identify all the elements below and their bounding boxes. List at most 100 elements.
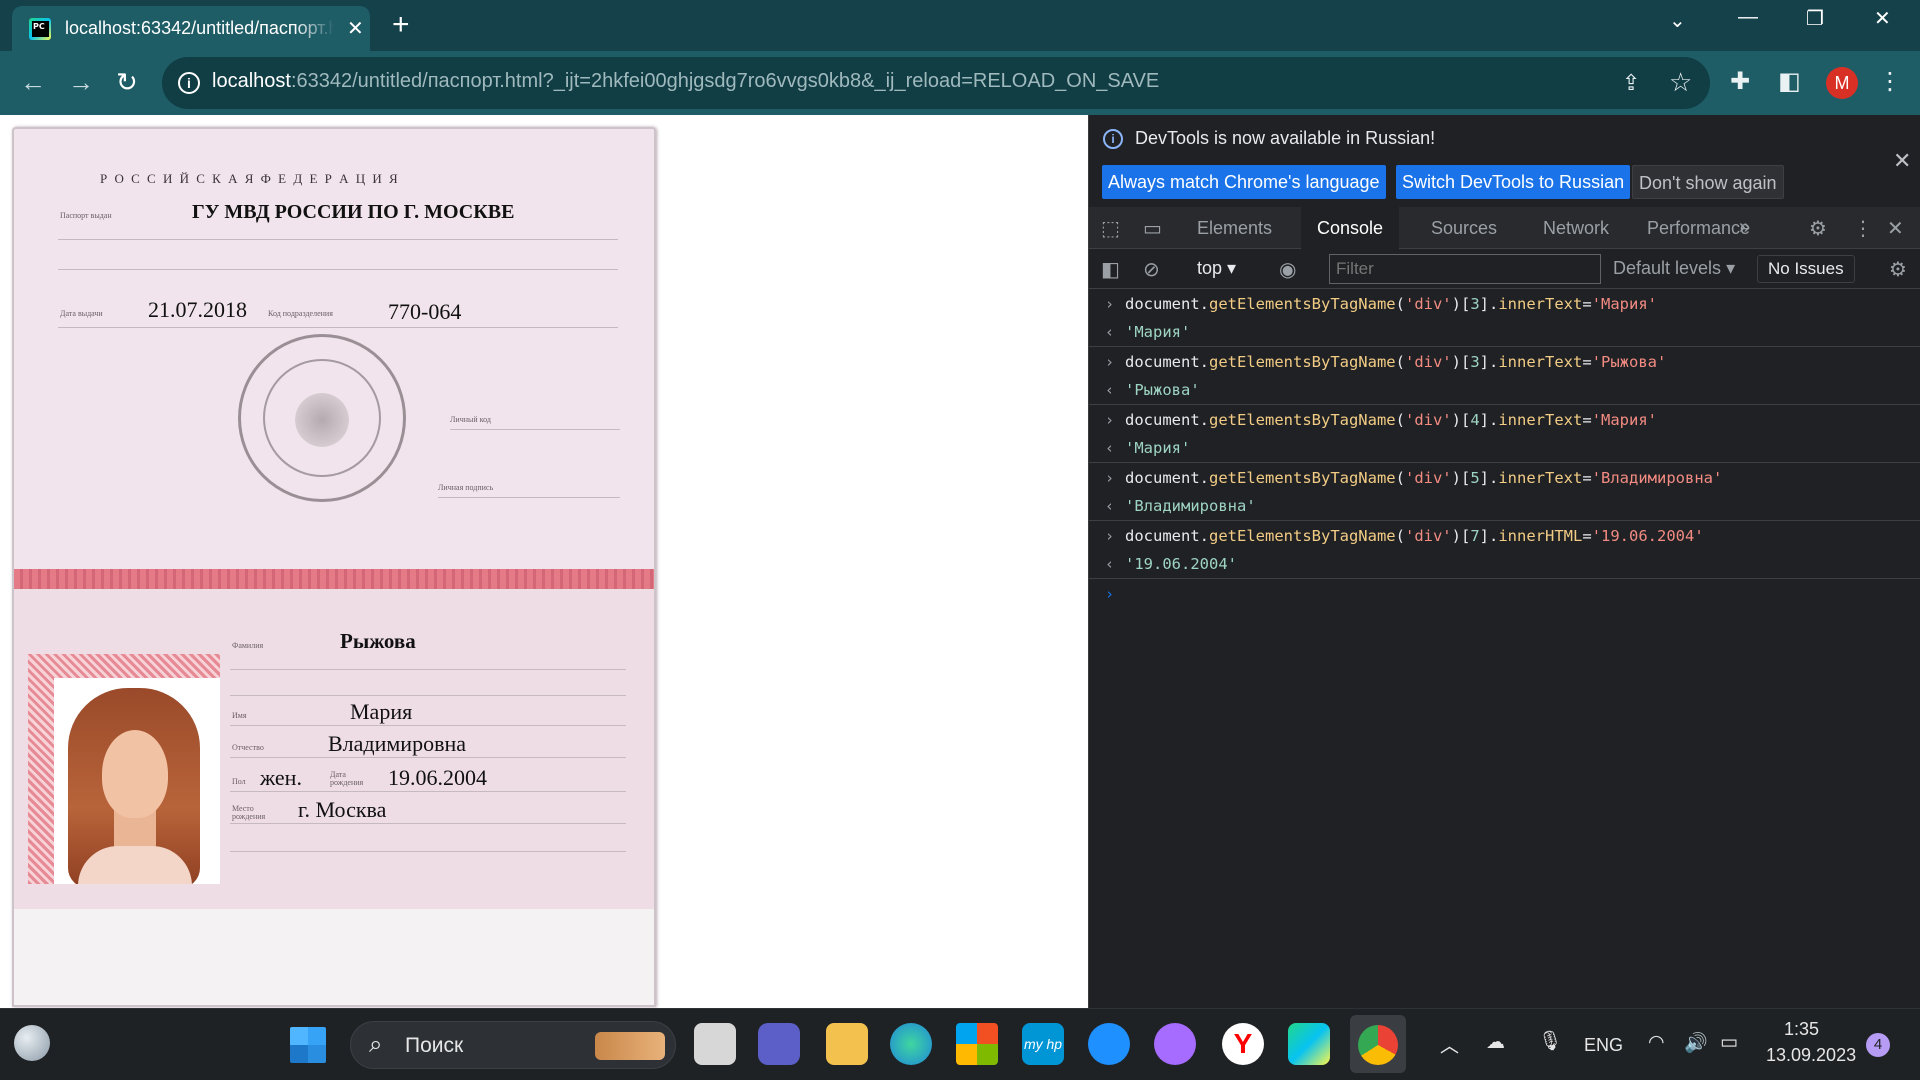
birth-place-label: Место рождения: [232, 804, 266, 821]
tab-sources[interactable]: Sources: [1415, 207, 1513, 249]
new-tab-button[interactable]: +: [392, 8, 410, 42]
input-language[interactable]: ENG: [1584, 1035, 1623, 1056]
info-icon: i: [1103, 129, 1123, 149]
notification-count-badge[interactable]: 4: [1866, 1033, 1890, 1057]
console-input[interactable]: document.getElementsByTagName('div')[3].…: [1125, 353, 1666, 371]
devtools-menu-kebab-icon[interactable]: ⋮: [1853, 216, 1873, 241]
clock-time[interactable]: 1:35: [1784, 1019, 1819, 1040]
task-view-icon[interactable]: [694, 1023, 736, 1065]
menu-kebab-icon[interactable]: ⋮: [1878, 67, 1902, 96]
windows-taskbar: ⌕ Поиск my hp Y ︿ ☁ 🎙 ENG ◠ 🔊 ▭ 1:35 13.…: [0, 1008, 1920, 1080]
file-explorer-icon[interactable]: [826, 1023, 868, 1065]
inspect-element-icon[interactable]: ⬚: [1101, 216, 1120, 241]
issue-date-value: 21.07.2018: [148, 297, 247, 322]
microphone-icon[interactable]: 🎙: [1538, 1029, 1562, 1053]
surname-label: Фамилия: [232, 641, 264, 650]
show-hidden-icons-chevron-icon[interactable]: ︿: [1440, 1031, 1459, 1058]
issues-button[interactable]: No Issues: [1757, 255, 1855, 283]
site-info-icon[interactable]: i: [178, 72, 200, 94]
share-icon[interactable]: ⇪: [1622, 70, 1640, 96]
divider-line: [438, 497, 620, 498]
reload-icon[interactable]: ↻: [116, 67, 138, 98]
extensions-puzzle-icon[interactable]: ✚: [1730, 67, 1750, 96]
search-highlight-art-icon: [595, 1032, 665, 1060]
division-code-value: 770-064: [388, 299, 462, 324]
device-toolbar-icon[interactable]: ▭: [1143, 216, 1162, 241]
devtools-panel: i DevTools is now available in Russian! …: [1088, 115, 1920, 1008]
forward-arrow-icon[interactable]: →: [68, 67, 94, 98]
myhp-app-icon[interactable]: my hp: [1022, 1023, 1064, 1065]
devtools-language-banner: i DevTools is now available in Russian! …: [1089, 115, 1920, 207]
clock-date[interactable]: 13.09.2023: [1766, 1045, 1856, 1066]
tab-console[interactable]: Console: [1301, 207, 1400, 249]
address-bar[interactable]: i localhost:63342/untitled/паспорт.html?…: [162, 57, 1710, 109]
microsoft-store-icon[interactable]: [956, 1023, 998, 1065]
live-expression-eye-icon[interactable]: ◉: [1279, 257, 1296, 282]
execution-context-select[interactable]: top ▾: [1197, 258, 1236, 279]
onedrive-cloud-icon[interactable]: ☁: [1486, 1031, 1505, 1054]
show-sidebar-icon[interactable]: ◧: [1101, 257, 1120, 282]
output-chevron-icon: ‹: [1105, 381, 1115, 399]
console-toolbar: ◧ ⊘ top ▾ ◉ Default levels ▾ No Issues ⚙: [1089, 249, 1920, 289]
console-result: 'Владимировна': [1125, 497, 1256, 515]
log-levels-select[interactable]: Default levels ▾: [1613, 258, 1735, 279]
console-result: 'Рыжова': [1125, 381, 1200, 399]
console-filter-input[interactable]: [1329, 254, 1601, 284]
alice-assistant-icon[interactable]: [1154, 1023, 1196, 1065]
console-input[interactable]: document.getElementsByTagName('div')[4].…: [1125, 411, 1657, 429]
tab-network[interactable]: Network: [1527, 207, 1625, 249]
devtools-tabbar: ⬚ ▭ Elements Console Sources Network Per…: [1089, 207, 1920, 249]
yandex-browser-icon[interactable]: Y: [1222, 1023, 1264, 1065]
more-tabs-chevron-icon[interactable]: »: [1739, 216, 1750, 239]
url-text[interactable]: localhost:63342/untitled/паспорт.html?_i…: [212, 70, 1159, 93]
console-result: 'Мария': [1125, 323, 1191, 341]
get-help-icon[interactable]: [1088, 1023, 1130, 1065]
wifi-icon[interactable]: ◠: [1648, 1031, 1665, 1054]
start-menu-windows-icon[interactable]: [290, 1027, 326, 1063]
console-input[interactable]: document.getElementsByTagName('div')[7].…: [1125, 527, 1704, 545]
clear-console-icon[interactable]: ⊘: [1143, 257, 1160, 282]
birth-place-value: г. Москва: [298, 797, 387, 822]
divider-line: [230, 851, 626, 852]
always-match-language-button[interactable]: Always match Chrome's language: [1102, 165, 1386, 199]
chrome-active-app-icon[interactable]: [1350, 1015, 1406, 1073]
side-panel-icon[interactable]: ◧: [1778, 67, 1801, 96]
url-host: localhost: [212, 70, 291, 92]
console-input[interactable]: document.getElementsByTagName('div')[3].…: [1125, 295, 1657, 313]
edge-browser-icon[interactable]: [890, 1023, 932, 1065]
birth-date-label: Дата рождения: [330, 770, 364, 787]
restore-button[interactable]: ❐: [1806, 6, 1824, 31]
browser-tab-active[interactable]: localhost:63342/untitled/паспорт.html ✕: [12, 6, 370, 51]
close-devtools-icon[interactable]: ✕: [1887, 216, 1904, 241]
dont-show-again-button[interactable]: Don't show again: [1632, 165, 1784, 199]
divider-line: [230, 757, 626, 758]
output-chevron-icon: ‹: [1105, 555, 1115, 573]
input-chevron-icon: ›: [1105, 411, 1115, 429]
volume-icon[interactable]: 🔊: [1684, 1031, 1708, 1055]
teams-chat-icon[interactable]: [758, 1023, 800, 1065]
bookmark-star-icon[interactable]: ☆: [1669, 67, 1692, 98]
switch-to-russian-button[interactable]: Switch DevTools to Russian: [1396, 165, 1631, 199]
taskbar-search-box[interactable]: ⌕ Поиск: [350, 1021, 676, 1069]
back-arrow-icon[interactable]: ←: [20, 67, 46, 98]
tab-search-chevron-icon[interactable]: ⌄: [1669, 8, 1686, 33]
console-settings-gear-icon[interactable]: ⚙: [1889, 257, 1907, 282]
sex-label: Пол: [232, 777, 246, 786]
tab-elements[interactable]: Elements: [1181, 207, 1288, 249]
tab-strip: localhost:63342/untitled/паспорт.html ✕ …: [0, 0, 1920, 51]
close-window-button[interactable]: ✕: [1874, 6, 1891, 31]
close-tab-icon[interactable]: ✕: [347, 16, 364, 41]
close-banner-icon[interactable]: ✕: [1893, 148, 1911, 174]
settings-gear-icon[interactable]: ⚙: [1809, 216, 1827, 241]
battery-icon[interactable]: ▭: [1720, 1031, 1738, 1054]
minimize-button[interactable]: —: [1738, 6, 1758, 29]
divider-line: [58, 239, 618, 240]
console-entry: › document.getElementsByTagName('div')[5…: [1089, 463, 1920, 521]
console-prompt[interactable]: ›: [1089, 579, 1920, 609]
banner-message: DevTools is now available in Russian!: [1135, 128, 1436, 148]
country-header: Р О С С И Й С К А Я Ф Е Д Е Р А Ц И Я: [100, 171, 400, 186]
weather-widget-icon[interactable]: [14, 1025, 50, 1061]
console-input[interactable]: document.getElementsByTagName('div')[5].…: [1125, 469, 1722, 487]
profile-avatar[interactable]: M: [1826, 67, 1858, 99]
pycharm-icon[interactable]: [1288, 1023, 1330, 1065]
